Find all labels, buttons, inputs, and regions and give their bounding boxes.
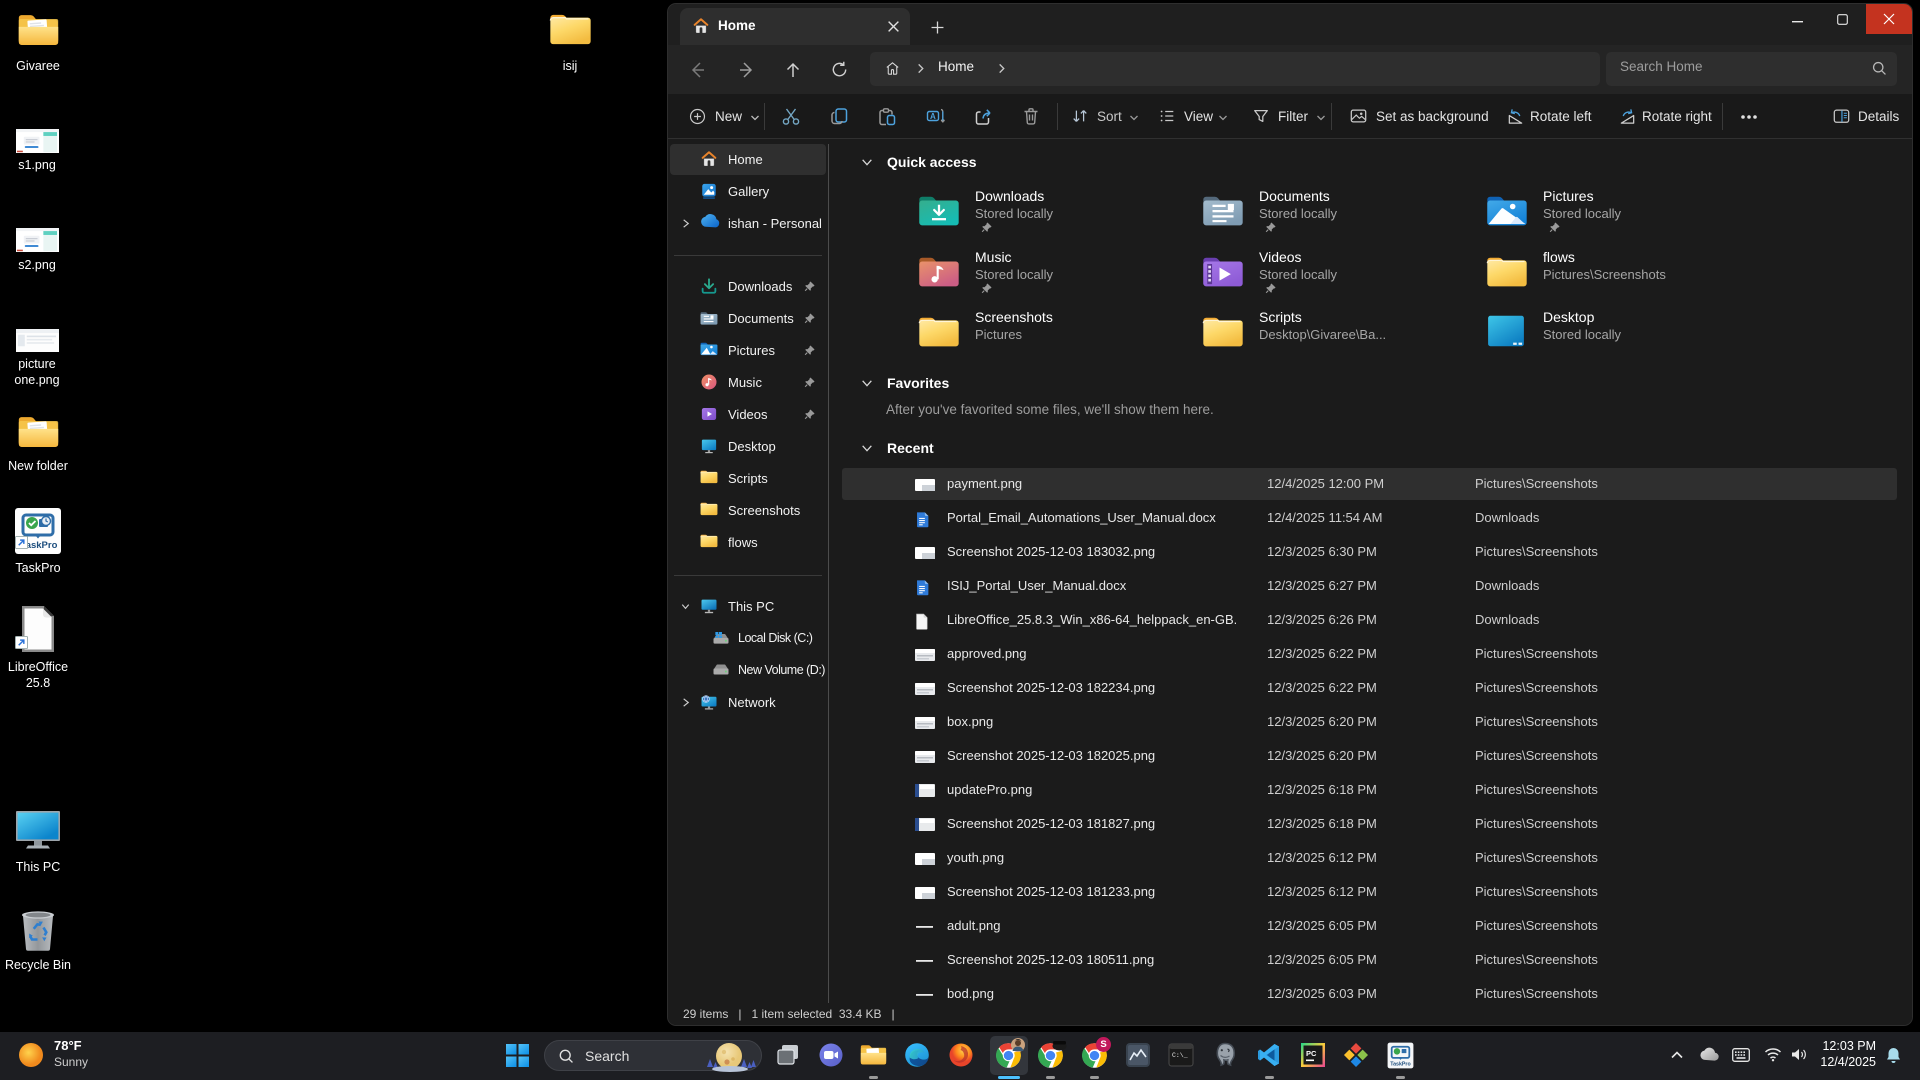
svg-text:C:\_: C:\_ bbox=[1172, 1052, 1188, 1059]
svg-text:PC: PC bbox=[1306, 1049, 1317, 1058]
svg-text:TaskPro: TaskPro bbox=[1390, 1061, 1411, 1067]
svg-text:A: A bbox=[930, 112, 936, 121]
